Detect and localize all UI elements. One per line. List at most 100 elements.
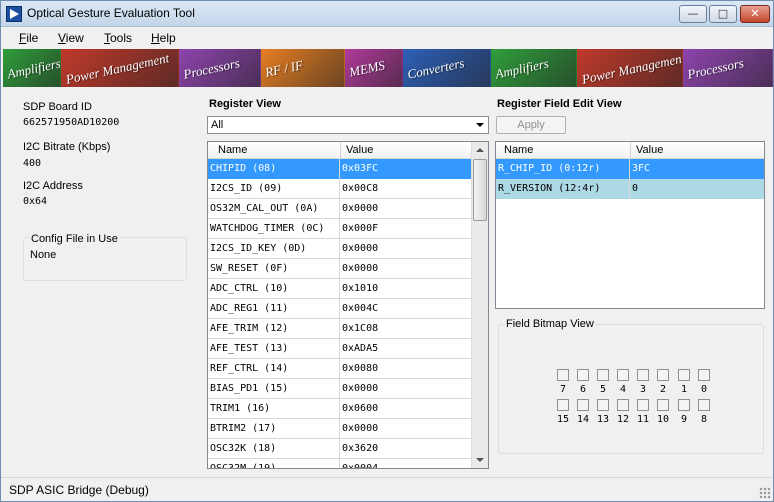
bit-checkbox[interactable] (637, 399, 649, 411)
register-name-cell[interactable]: BTRIM2 (17) (208, 419, 340, 439)
register-name-cell[interactable]: ADC_CTRL (10) (208, 279, 340, 299)
bit-checkbox[interactable] (577, 369, 589, 381)
menu-view[interactable]: View (58, 31, 84, 45)
register-value-cell[interactable]: 0x0000 (340, 199, 472, 219)
register-name-cell[interactable]: I2CS_ID (09) (208, 179, 340, 199)
chevron-down-icon[interactable] (472, 117, 488, 133)
table-row[interactable]: OSC32M (19) 0x0004 (208, 459, 472, 468)
register-name-cell[interactable]: ADC_REG1 (11) (208, 299, 340, 319)
register-name-cell[interactable]: I2CS_ID_KEY (0D) (208, 239, 340, 259)
table-row[interactable]: OS32M_CAL_OUT (0A) 0x0000 (208, 199, 472, 219)
register-name-cell[interactable]: OS32M_CAL_OUT (0A) (208, 199, 340, 219)
field-value-cell[interactable]: 3FC (630, 159, 764, 179)
bit-checkbox[interactable] (557, 399, 569, 411)
scroll-down-icon[interactable] (472, 452, 488, 468)
register-filter-select[interactable]: All (207, 116, 489, 134)
register-value-cell[interactable]: 0x0004 (340, 459, 472, 468)
register-name-cell[interactable]: BIAS_PD1 (15) (208, 379, 340, 399)
minimize-button[interactable]: — (679, 5, 707, 23)
table-row[interactable]: CHIPID (08) 0x03FC (208, 159, 472, 179)
bit-checkbox[interactable] (657, 399, 669, 411)
register-name-cell[interactable]: CHIPID (08) (208, 159, 340, 179)
register-value-cell[interactable]: 0x0000 (340, 379, 472, 399)
register-table[interactable]: Name Value CHIPID (08) 0x03FC I2CS_ID (09)… (207, 141, 489, 469)
bit-checkbox[interactable] (678, 369, 690, 381)
table-row[interactable]: WATCHDOG_TIMER (0C) 0x000F (208, 219, 472, 239)
register-name-cell[interactable]: OSC32K (18) (208, 439, 340, 459)
field-name-cell[interactable]: R_VERSION (12:4r) (496, 179, 630, 199)
field-edit-title: Register Field Edit View (497, 98, 622, 110)
register-value-cell[interactable]: 0x0080 (340, 359, 472, 379)
close-button[interactable]: ✕ (740, 5, 770, 23)
register-value-cell[interactable]: 0x0000 (340, 239, 472, 259)
bit-checkbox[interactable] (698, 399, 710, 411)
register-value-cell[interactable]: 0x0000 (340, 419, 472, 439)
field-value-cell[interactable]: 0 (630, 179, 764, 199)
bit-checkbox[interactable] (678, 399, 690, 411)
table-row[interactable]: AFE_TEST (13) 0xADA5 (208, 339, 472, 359)
table-row[interactable]: BTRIM2 (17) 0x0000 (208, 419, 472, 439)
bit-checkbox[interactable] (577, 399, 589, 411)
register-value-cell[interactable]: 0xADA5 (340, 339, 472, 359)
table-row[interactable]: TRIM1 (16) 0x0600 (208, 399, 472, 419)
menu-tools[interactable]: Tools (104, 31, 132, 45)
table-row[interactable]: I2CS_ID_KEY (0D) 0x0000 (208, 239, 472, 259)
field-table[interactable]: Name Value R_CHIP_ID (0:12r) 3FC R_VERSION… (495, 141, 765, 309)
scroll-thumb[interactable] (473, 159, 487, 221)
register-value-cell[interactable]: 0x03FC (340, 159, 472, 179)
column-name-header[interactable]: Name (218, 144, 247, 156)
sdp-board-id-label: SDP Board ID (23, 101, 92, 113)
bit-label: 4 (619, 384, 627, 395)
register-value-cell[interactable]: 0x1010 (340, 279, 472, 299)
scroll-up-icon[interactable] (472, 142, 488, 158)
table-row[interactable]: OSC32K (18) 0x3620 (208, 439, 472, 459)
register-name-cell[interactable]: AFE_TEST (13) (208, 339, 340, 359)
register-name-cell[interactable]: OSC32M (19) (208, 459, 340, 468)
register-value-cell[interactable]: 0x000F (340, 219, 472, 239)
register-name-cell[interactable]: TRIM1 (16) (208, 399, 340, 419)
register-value-cell[interactable]: 0x004C (340, 299, 472, 319)
bit-checkbox[interactable] (597, 369, 609, 381)
bit-checkbox[interactable] (637, 369, 649, 381)
register-name-cell[interactable]: WATCHDOG_TIMER (0C) (208, 219, 340, 239)
register-value-cell[interactable]: 0x00C8 (340, 179, 472, 199)
bit-label: 9 (680, 414, 688, 425)
register-name-cell[interactable]: SW_RESET (0F) (208, 259, 340, 279)
menu-file[interactable]: File (19, 31, 38, 45)
register-scrollbar[interactable] (471, 142, 488, 468)
bit-checkbox[interactable] (617, 369, 629, 381)
register-name-cell[interactable]: AFE_TRIM (12) (208, 319, 340, 339)
bit-checkbox[interactable] (698, 369, 710, 381)
bit-label: 2 (659, 384, 667, 395)
bit-checkbox[interactable] (617, 399, 629, 411)
i2c-address-value: 0x64 (23, 196, 48, 207)
field-name-cell[interactable]: R_CHIP_ID (0:12r) (496, 159, 630, 179)
bit-checkbox[interactable] (557, 369, 569, 381)
field-row[interactable]: R_VERSION (12:4r) 0 (496, 179, 764, 199)
maximize-button[interactable]: □ (709, 5, 737, 23)
title-bar[interactable]: Optical Gesture Evaluation Tool — □ ✕ (1, 1, 773, 27)
table-row[interactable]: ADC_CTRL (10) 0x1010 (208, 279, 472, 299)
table-row[interactable]: BIAS_PD1 (15) 0x0000 (208, 379, 472, 399)
field-row[interactable]: R_CHIP_ID (0:12r) 3FC (496, 159, 764, 179)
menu-help[interactable]: Help (151, 31, 176, 45)
field-column-value-header[interactable]: Value (636, 144, 663, 156)
apply-button[interactable]: Apply (496, 116, 566, 134)
table-row[interactable]: I2CS_ID (09) 0x00C8 (208, 179, 472, 199)
column-value-header[interactable]: Value (346, 144, 373, 156)
bit-checkbox[interactable] (597, 399, 609, 411)
table-row[interactable]: ADC_REG1 (11) 0x004C (208, 299, 472, 319)
field-column-name-header[interactable]: Name (504, 144, 533, 156)
resize-grip-icon[interactable] (759, 487, 771, 499)
table-row[interactable]: SW_RESET (0F) 0x0000 (208, 259, 472, 279)
field-table-header: Name Value (496, 142, 764, 159)
register-rows: CHIPID (08) 0x03FC I2CS_ID (09) 0x00C8 OS32M… (208, 159, 472, 468)
register-value-cell[interactable]: 0x0000 (340, 259, 472, 279)
table-row[interactable]: AFE_TRIM (12) 0x1C08 (208, 319, 472, 339)
bit-checkbox[interactable] (657, 369, 669, 381)
register-value-cell[interactable]: 0x1C08 (340, 319, 472, 339)
register-value-cell[interactable]: 0x0600 (340, 399, 472, 419)
table-row[interactable]: REF_CTRL (14) 0x0080 (208, 359, 472, 379)
register-name-cell[interactable]: REF_CTRL (14) (208, 359, 340, 379)
register-value-cell[interactable]: 0x3620 (340, 439, 472, 459)
